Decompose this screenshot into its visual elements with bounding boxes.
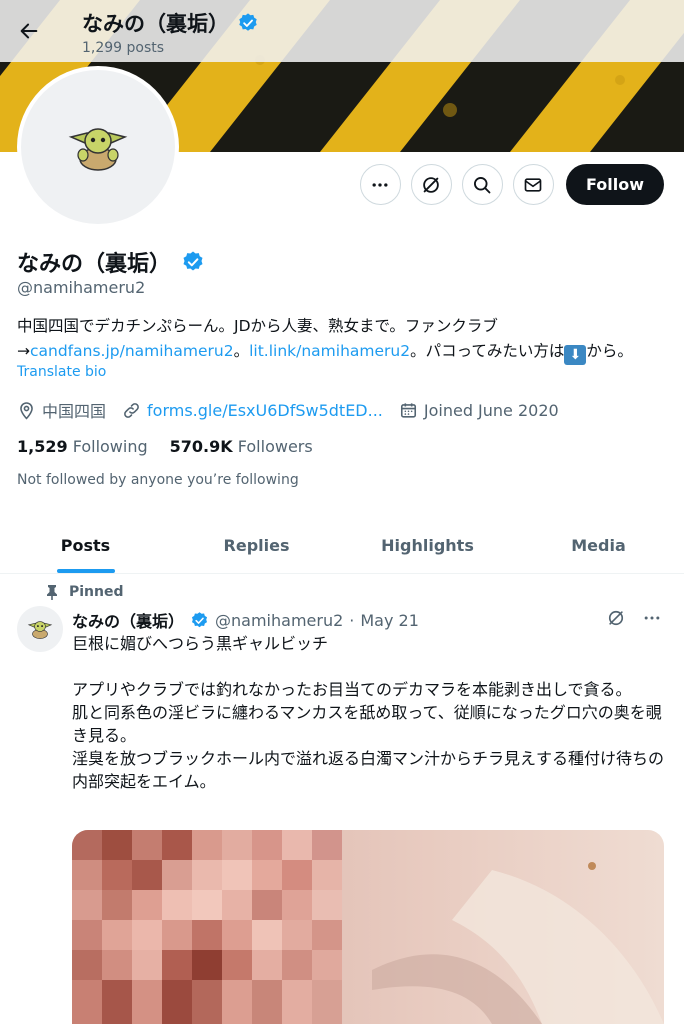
avatar-image [21, 70, 175, 224]
link-icon [124, 402, 139, 418]
post-author-handle[interactable]: @namihameru2 [215, 611, 343, 630]
header-title-text: なみの（裏垢） [82, 12, 229, 36]
more-icon[interactable] [642, 608, 662, 628]
joined-item: Joined June 2020 [399, 401, 559, 420]
pixelated-area [72, 830, 342, 1024]
pinned-text: Pinned [69, 584, 124, 600]
header-title: なみの（裏垢） [82, 8, 259, 38]
post-separator: · [349, 610, 355, 630]
joined-text: Joined June 2020 [423, 400, 559, 420]
yoda-avatar-icon [68, 128, 128, 171]
post-text: 巨根に媚びへつらう黒ギャルビッチ アプリやクラブでは釣れなかったお目当てのデカマ… [72, 632, 667, 793]
post-actions [606, 608, 662, 628]
post-line-2: アプリやクラブでは釣れなかったお目当てのデカマラを本能剥き出しで貪る。 [72, 680, 632, 699]
post-author-avatar[interactable] [17, 606, 63, 652]
post-line-3: 肌と同系色の淫ビラに纏わるマンカスを舐め取って、従順になったグロ穴の奥を覗き見る… [72, 703, 662, 745]
search-icon [474, 176, 491, 193]
search-button[interactable] [461, 164, 503, 205]
follow-button[interactable]: Follow [565, 164, 664, 205]
calendar-icon [400, 402, 416, 418]
profile-bio: 中国四国でデカチンぷらーん。JDから人妻、熟女まで。ファンクラブ→candfan… [17, 314, 667, 365]
translate-bio-link[interactable]: Translate bio [17, 364, 106, 380]
verified-badge-icon [239, 13, 257, 31]
post-media-image[interactable] [72, 830, 664, 1024]
not-followed-notice: Not followed by anyone you’re following [17, 472, 299, 488]
location-icon [20, 401, 33, 420]
followers-label: Followers [237, 437, 313, 456]
pin-icon [47, 585, 57, 600]
verified-badge-icon[interactable] [181, 250, 205, 274]
verified-badge-icon [191, 611, 208, 627]
tab-replies[interactable]: Replies [171, 518, 342, 573]
display-name: なみの（裏垢） [17, 246, 205, 278]
bio-link-candfans[interactable]: candfans.jp/namihameru2 [30, 342, 234, 360]
post-header: なみの（裏垢） @namihameru2 · May 21 [72, 608, 419, 632]
post-date[interactable]: May 21 [360, 611, 419, 630]
mail-icon [525, 177, 542, 192]
location-text: 中国四国 [42, 402, 107, 421]
down-arrow-emoji: ⬇ [564, 345, 587, 365]
profile-meta: 中国四国 forms.gle/EsxU6DfSw5dtED... Joined … [17, 398, 575, 422]
follow-stats: 1,529 Following 570.9K Followers [17, 437, 313, 456]
following-count: 1,529 [17, 437, 68, 456]
more-icon [372, 182, 388, 187]
profile-tabs: Posts Replies Highlights Media [0, 518, 684, 574]
profile-avatar[interactable] [17, 66, 179, 228]
grok-icon[interactable] [606, 608, 626, 628]
post-line-4: 淫臭を放つブラックホール内で溢れ返る白濁マン汁からチラ見えする種付け待ちの内部突… [72, 749, 665, 791]
grok-button[interactable] [410, 164, 452, 205]
back-arrow-icon [20, 23, 38, 39]
pinned-label: Pinned [45, 584, 124, 600]
back-button[interactable] [12, 14, 46, 48]
tab-posts[interactable]: Posts [0, 518, 171, 573]
bio-link-litlink[interactable]: lit.link/namihameru2 [249, 342, 410, 360]
following-label: Following [72, 437, 148, 456]
tab-highlights[interactable]: Highlights [342, 518, 513, 573]
profile-handle: @namihameru2 [17, 278, 146, 297]
top-header: なみの（裏垢） 1,299 posts [0, 0, 684, 62]
post-author-name[interactable]: なみの（裏垢） [72, 608, 184, 632]
website-link[interactable]: forms.gle/EsxU6DfSw5dtED... [147, 401, 383, 420]
yoda-avatar-icon [27, 621, 53, 639]
bio-text-3: 。パコってみたい方は [410, 342, 565, 360]
website-item: forms.gle/EsxU6DfSw5dtED... [122, 401, 383, 420]
tab-media[interactable]: Media [513, 518, 684, 573]
post-line-1: 巨根に媚びへつらう黒ギャルビッチ [72, 634, 329, 653]
bio-text-4: から。 [586, 342, 633, 360]
grok-icon [423, 176, 440, 193]
message-button[interactable] [512, 164, 554, 205]
followers-count: 570.9K [169, 437, 233, 456]
bio-text-2: 。 [233, 342, 250, 360]
followers-stat[interactable]: 570.9K Followers [170, 437, 313, 456]
more-button[interactable] [359, 164, 401, 205]
following-stat[interactable]: 1,529 Following [17, 437, 148, 456]
location-item: 中国四国 [17, 398, 106, 422]
post-count: 1,299 posts [82, 40, 165, 56]
display-name-text: なみの（裏垢） [17, 252, 172, 277]
profile-actions: Follow [359, 164, 664, 205]
